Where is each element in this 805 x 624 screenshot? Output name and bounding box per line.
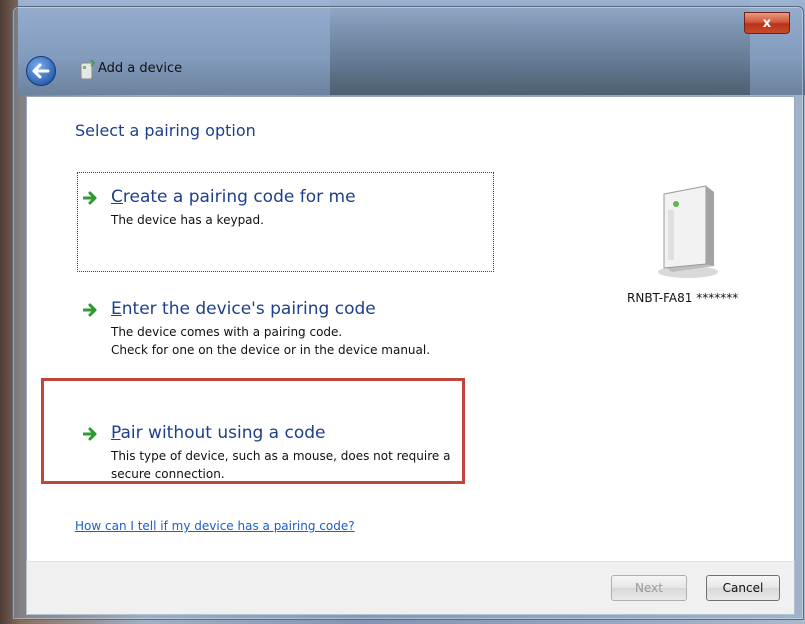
back-arrow-icon [32, 63, 50, 79]
device-name-label: RNBT-FA81 ******* [627, 291, 739, 305]
pairing-code-help-link[interactable]: How can I tell if my device has a pairin… [75, 519, 355, 533]
option-description: This type of device, such as a mouse, do… [111, 449, 451, 481]
option-description: The device has a keypad. [111, 213, 264, 227]
device-icon [80, 59, 96, 80]
option-title: Enter the device's pairing code [111, 299, 376, 319]
next-button[interactable]: Next [611, 575, 687, 601]
window-title: Add a device [98, 61, 183, 76]
close-icon: x [762, 15, 772, 31]
option-title: Pair without using a code [111, 423, 326, 443]
option-description: The device comes with a pairing code. Ch… [111, 325, 431, 357]
green-arrow-icon [83, 303, 97, 317]
option-create-pairing-code[interactable]: Create a pairing code for me The device … [83, 187, 483, 267]
option-title: Create a pairing code for me [111, 187, 356, 207]
back-button[interactable] [26, 56, 56, 86]
page-heading: Select a pairing option [75, 121, 256, 140]
option-enter-pairing-code[interactable]: Enter the device's pairing code The devi… [83, 299, 483, 369]
cancel-button[interactable]: Cancel [706, 575, 780, 601]
green-arrow-icon [83, 191, 97, 205]
content-pane: Select a pairing option Create a pairing… [26, 96, 795, 562]
option-pair-without-code[interactable]: Pair without using a code This type of d… [83, 423, 503, 493]
device-tower-icon [658, 185, 718, 278]
dialog-footer: Next Cancel [26, 561, 795, 615]
green-arrow-icon [83, 427, 97, 441]
close-button[interactable]: x [744, 12, 790, 34]
